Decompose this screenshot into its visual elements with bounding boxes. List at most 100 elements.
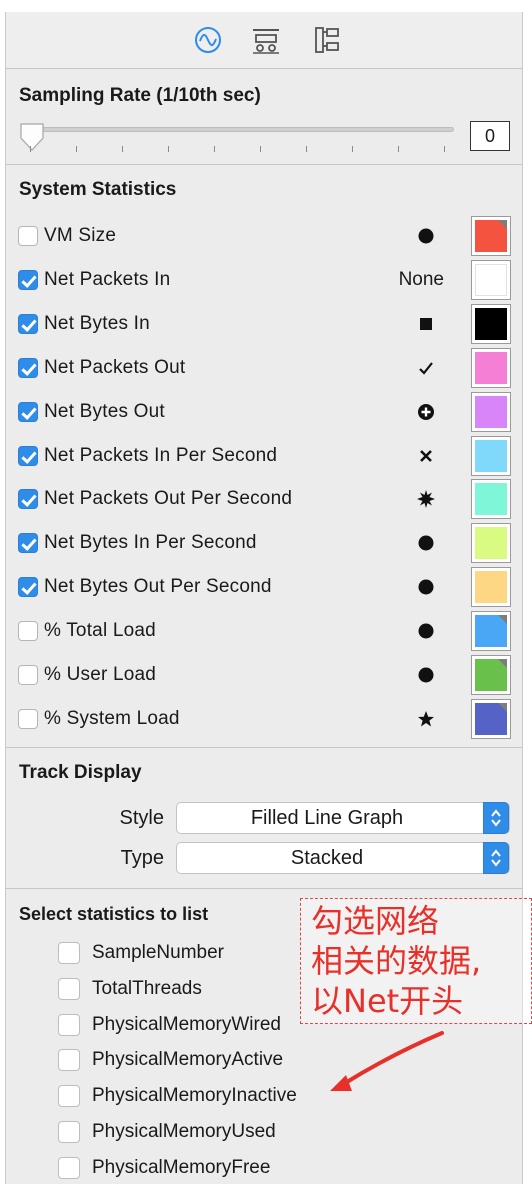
chevron-updown-icon[interactable] xyxy=(483,842,509,874)
color-swatch[interactable] xyxy=(471,303,511,344)
stat-row: % User Load xyxy=(6,653,522,697)
stat-label: VM Size xyxy=(44,225,117,246)
stat-row: Net Bytes Out xyxy=(6,390,522,434)
color-swatch-fill xyxy=(475,395,507,428)
stat-label: Net Packets In Per Second xyxy=(44,444,278,466)
color-swatch-fill xyxy=(475,307,507,340)
star-burst-marker-icon[interactable] xyxy=(402,481,450,517)
stat-checkbox[interactable] xyxy=(18,445,38,466)
stat-label: Net Bytes In Per Second xyxy=(44,532,257,554)
list-item-label: PhysicalMemoryActive xyxy=(92,1049,284,1071)
circle-marker-icon[interactable] xyxy=(402,613,450,649)
divider xyxy=(6,747,522,748)
stat-checkbox[interactable] xyxy=(18,269,38,290)
color-swatch[interactable] xyxy=(471,259,511,300)
list-item-checkbox[interactable] xyxy=(58,942,80,964)
check-marker-icon[interactable] xyxy=(402,350,450,386)
annotation-callout: 勾选网络 相关的数据, 以Net开头 xyxy=(300,898,532,1024)
x-marker-icon[interactable] xyxy=(402,438,450,474)
stat-row: Net Bytes Out Per Second xyxy=(6,565,522,609)
color-swatch[interactable] xyxy=(471,216,511,256)
stat-row: Net Bytes In xyxy=(6,302,522,346)
marker-none-label[interactable]: None xyxy=(374,262,444,298)
square-marker-icon[interactable] xyxy=(402,306,450,342)
stat-label: Net Bytes In xyxy=(44,312,150,334)
stat-checkbox[interactable] xyxy=(18,665,38,685)
list-item-label: PhysicalMemoryInactive xyxy=(92,1085,297,1107)
sampling-rate-slider[interactable] xyxy=(24,127,454,132)
color-swatch-fill xyxy=(475,263,507,296)
list-item-checkbox[interactable] xyxy=(58,1121,80,1143)
stat-checkbox[interactable] xyxy=(18,621,38,642)
list-item-label: TotalThreads xyxy=(92,977,202,999)
color-swatch[interactable] xyxy=(471,655,511,695)
color-swatch[interactable] xyxy=(471,611,511,652)
stat-label: Net Packets In xyxy=(44,268,171,290)
color-swatch-fill xyxy=(475,615,507,648)
slider-tick xyxy=(444,146,445,152)
list-item-checkbox[interactable] xyxy=(58,977,80,1000)
stat-checkbox[interactable] xyxy=(18,533,38,554)
list-item-label: PhysicalMemoryWired xyxy=(92,1013,281,1035)
color-swatch[interactable] xyxy=(471,435,511,476)
color-swatch-fill xyxy=(475,702,507,735)
tree-layout-icon[interactable] xyxy=(311,24,343,56)
display-settings-icon[interactable] xyxy=(250,24,282,56)
list-item-checkbox[interactable] xyxy=(58,1085,80,1108)
sampling-rate-value[interactable]: 0 xyxy=(470,121,510,151)
slider-tick xyxy=(352,146,353,152)
color-swatch-fill xyxy=(475,351,507,384)
slider-tick xyxy=(168,146,169,152)
stat-row: Net Packets In None xyxy=(6,258,522,302)
stat-row: % Total Load xyxy=(6,609,522,653)
list-item-checkbox[interactable] xyxy=(58,1013,80,1036)
stat-checkbox[interactable] xyxy=(18,226,38,246)
stat-row: % System Load xyxy=(6,697,522,741)
color-swatch[interactable] xyxy=(471,347,511,388)
color-swatch[interactable] xyxy=(471,698,511,739)
circle-marker-icon[interactable] xyxy=(402,525,450,561)
stat-label: Net Bytes Out xyxy=(44,400,165,422)
list-item: PhysicalMemoryUsed xyxy=(6,1115,522,1151)
stat-label: % User Load xyxy=(44,664,157,685)
stat-checkbox[interactable] xyxy=(18,313,38,334)
divider xyxy=(6,888,522,889)
stat-label: % System Load xyxy=(44,707,180,729)
star-marker-icon[interactable] xyxy=(402,701,450,737)
list-item-checkbox[interactable] xyxy=(58,1049,80,1072)
color-swatch-fill xyxy=(475,527,507,560)
circle-marker-icon[interactable] xyxy=(402,657,450,693)
stat-checkbox[interactable] xyxy=(18,489,38,510)
slider-tick xyxy=(306,146,307,152)
color-swatch-fill xyxy=(475,571,507,604)
stat-label: Net Bytes Out Per Second xyxy=(44,576,272,598)
type-label: Type xyxy=(120,847,164,869)
color-swatch[interactable] xyxy=(471,391,511,432)
slider-tick xyxy=(214,146,215,152)
chevron-updown-icon[interactable] xyxy=(483,802,509,834)
color-swatch[interactable] xyxy=(471,479,511,520)
style-popup[interactable]: Filled Line Graph xyxy=(176,802,510,834)
slider-tick xyxy=(260,146,261,152)
circle-marker-icon[interactable] xyxy=(402,569,450,605)
stat-checkbox[interactable] xyxy=(18,357,38,378)
type-popup-value: Stacked xyxy=(290,847,364,869)
list-item-checkbox[interactable] xyxy=(58,1156,80,1179)
color-swatch[interactable] xyxy=(471,567,511,608)
style-label: Style xyxy=(119,807,164,829)
waveform-icon[interactable] xyxy=(192,24,224,56)
list-item-label: PhysicalMemoryFree xyxy=(92,1156,271,1178)
stat-label: % Total Load xyxy=(44,620,156,642)
circle-marker-icon[interactable] xyxy=(402,218,450,254)
color-swatch-fill xyxy=(475,439,507,472)
type-popup[interactable]: Stacked xyxy=(176,842,510,874)
system-statistics-title: System Statistics xyxy=(19,179,177,200)
plus-circle-marker-icon[interactable] xyxy=(402,394,450,430)
stat-checkbox[interactable] xyxy=(18,708,38,729)
stat-checkbox[interactable] xyxy=(18,401,38,422)
stat-checkbox[interactable] xyxy=(18,577,38,598)
color-swatch[interactable] xyxy=(471,523,511,564)
slider-tick xyxy=(398,146,399,152)
sampling-rate-title: Sampling Rate (1/10th sec) xyxy=(19,85,261,106)
stat-label: Net Packets Out xyxy=(44,356,186,378)
